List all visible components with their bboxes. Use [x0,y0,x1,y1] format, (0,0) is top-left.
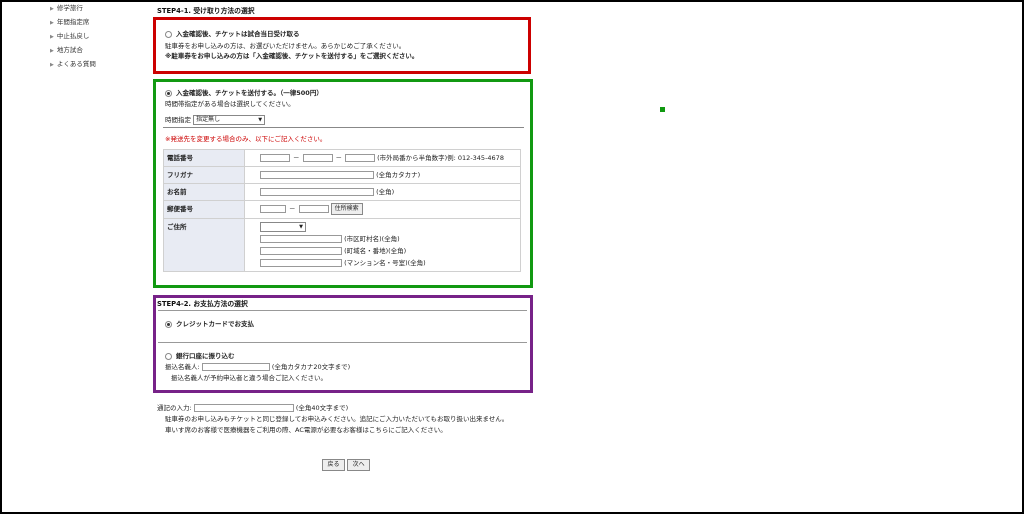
venue-note: 駐車券をお申し込みの方は、お選びいただけません。あらかじめご了承ください。 [165,42,406,50]
ship-label: 入金確認後、チケットを送付する。（一律500円） [176,89,323,97]
furigana-label: フリガナ [163,166,245,184]
ship-note: 時間帯指定がある場合は選択してください。 [165,100,295,108]
prefecture-select[interactable]: ▼ [260,222,306,232]
remarks-note1: 駐車券のお申し込みもチケットと同じ登録してお申込みください。追記にご入力いただい… [165,415,509,423]
arrow-right-icon: ▶ [50,48,54,54]
next-button[interactable]: 次へ [347,459,371,471]
phone-cell: －－ (市外局番から半角数字)例: 012-345-4678 [244,149,521,167]
credit-label: クレジットカードでお支払 [176,320,254,328]
remarks-row: 通記の入力: (全角40文字まで) [157,402,348,412]
street-input[interactable] [260,247,342,255]
bank-label: 銀行口座に振り込む [176,352,235,360]
divider [158,342,527,343]
step1-title: STEP4-1. 受け取り方法の選択 [157,7,255,15]
phone-input-1[interactable] [260,154,290,162]
city-note: (市区町村名)(全角) [344,235,400,243]
credit-radio[interactable] [165,320,172,328]
postal-input-2[interactable] [298,205,329,213]
furigana-note: (全角カタカナ) [376,171,421,179]
payer-label: 振込名義人: [165,363,200,371]
name-label: お名前 [163,183,245,201]
phone-input-3[interactable] [345,154,375,162]
time-row: 時間指定 指定無し ▼ [165,114,266,125]
credit-row[interactable]: クレジットカードでお支払 [165,318,254,328]
ship-radio[interactable] [165,89,172,97]
name-note: (全角) [376,188,395,196]
marker-square [660,107,665,112]
nav-buttons: 戻る 次へ [322,459,371,471]
divider [158,310,527,311]
name-input[interactable] [260,188,374,196]
furigana-cell: (全角カタカナ) [244,166,521,184]
remarks-label: 通記の入力: [157,404,192,412]
venue-label: 入金確認後、チケットは試合当日受け取る [176,30,300,38]
building-note: (マンション名・号室)(全角) [344,259,426,267]
phone-input-2[interactable] [302,154,333,162]
remarks-input[interactable] [193,404,294,412]
sidebar-item-faq[interactable]: ▶ よくある質問 [50,60,96,74]
sidebar-item-annual-seat[interactable]: ▶ 年間指定席 [50,18,96,32]
arrow-right-icon: ▶ [50,20,54,26]
payer-note: (全角カタカナ20文字まで) [271,363,351,371]
option-venue-row[interactable]: 入金確認後、チケットは試合当日受け取る [165,28,300,38]
time-label: 時間指定 [165,116,191,124]
venue-radio[interactable] [165,30,172,38]
city-input[interactable] [260,235,342,243]
postal-input-1[interactable] [260,205,286,213]
phone-label: 電話番号 [163,149,245,167]
street-note: (町域名・番地)(全角) [344,247,407,255]
divider [163,127,524,128]
sidebar-item-refund[interactable]: ▶ 中止払戻し [50,32,96,46]
building-input[interactable] [260,259,342,267]
bank-row[interactable]: 銀行口座に振り込む [165,350,235,360]
phone-note: (市外局番から半角数字)例: 012-345-4678 [377,154,504,162]
remarks-limit: (全角40文字まで) [295,404,349,412]
sidebar: ▶ 修学旅行 ▶ 年間指定席 ▶ 中止払戻し ▶ 地方試合 ▶ よくある質問 [50,4,96,74]
name-cell: (全角) [244,183,521,201]
shipping-form: 電話番号 －－ (市外局番から半角数字)例: 012-345-4678 フリガナ… [163,149,521,272]
sidebar-item-school-trip[interactable]: ▶ 修学旅行 [50,4,96,18]
venue-warning: ※駐車券をお申し込みの方は「入金確認後、チケットを送付する」をご選択ください。 [165,52,419,60]
chevron-down-icon: ▼ [299,224,303,230]
postal-cell: － 住所検索 [244,200,521,219]
change-note: ※発送先を変更する場合のみ、以下にご記入ください。 [165,135,327,143]
address-label: ご住所 [163,218,245,272]
payer-sub: 振込名義人が予約申込者と違う場合ご記入ください。 [171,374,327,382]
time-select[interactable]: 指定無し ▼ [193,115,266,125]
arrow-right-icon: ▶ [50,62,54,68]
payer-row: 振込名義人: (全角カタカナ20文字まで) [165,361,350,371]
bank-radio[interactable] [165,352,172,360]
sidebar-item-regional[interactable]: ▶ 地方試合 [50,46,96,60]
option-ship-row[interactable]: 入金確認後、チケットを送付する。（一律500円） [165,87,323,97]
address-cell: ▼ (市区町村名)(全角) (町域名・番地)(全角) (マンション名・号室)(全… [244,218,521,272]
arrow-right-icon: ▶ [50,6,54,12]
address-search-button[interactable]: 住所検索 [330,203,363,215]
back-button[interactable]: 戻る [322,459,345,471]
furigana-input[interactable] [260,171,374,179]
postal-label: 郵便番号 [163,200,245,219]
remarks-note2: 車いす席のお客様で医療機器をご利用の際、AC電源が必要なお客様はこちらにご記入く… [165,426,447,434]
arrow-right-icon: ▶ [50,34,54,40]
payer-input[interactable] [201,363,270,371]
chevron-down-icon: ▼ [258,117,263,123]
